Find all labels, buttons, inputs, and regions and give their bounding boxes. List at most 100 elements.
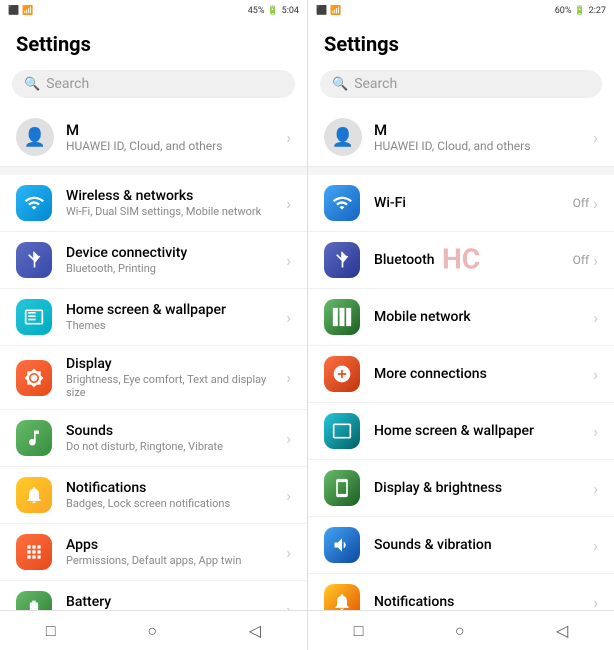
right-nav-home[interactable]: □ (334, 615, 384, 647)
right-item-chevron-wifi: › (593, 194, 598, 213)
left-divider-1 (0, 167, 307, 175)
signal-icon: ⬛ (8, 6, 19, 16)
right-status-left: ⬛ 📶 (316, 6, 341, 16)
left-search-placeholder: Search (46, 76, 89, 92)
left-item-chevron-sounds: › (286, 429, 291, 448)
left-nav-bar: □ ○ ◁ (0, 610, 307, 650)
right-signal-bars: 📶 (330, 6, 341, 16)
right-time: 2:27 (589, 6, 606, 16)
left-item-homescreen[interactable]: Home screen & wallpaper Themes › (0, 289, 307, 346)
left-item-sub-wireless: Wi-Fi, Dual SIM settings, Mobile network (66, 205, 286, 218)
right-item-icon-wifi (324, 185, 360, 221)
right-item-notifications[interactable]: Notifications › (308, 574, 614, 610)
right-item-more[interactable]: More connections › (308, 346, 614, 403)
right-item-chevron-notifications: › (593, 593, 598, 611)
right-divider-1 (308, 167, 614, 175)
right-user-row[interactable]: 👤 M HUAWEI ID, Cloud, and others › (308, 108, 614, 167)
right-item-title-bluetooth: Bluetooth (374, 252, 573, 268)
left-item-device[interactable]: Device connectivity Bluetooth, Printing … (0, 232, 307, 289)
right-item-chevron-more: › (593, 365, 598, 384)
right-item-title-sounds: Sounds & vibration (374, 537, 593, 553)
right-item-chevron-sounds: › (593, 536, 598, 555)
left-nav-home[interactable]: □ (26, 615, 76, 647)
right-item-sounds[interactable]: Sounds & vibration › (308, 517, 614, 574)
left-item-chevron-battery: › (286, 600, 291, 611)
right-user-name: M (374, 121, 593, 139)
left-item-title-sounds: Sounds (66, 423, 286, 439)
left-item-text-battery: Battery Power saving mode, Battery usage (66, 594, 286, 610)
right-item-title-more: More connections (374, 366, 593, 382)
left-status-left: ⬛ 📶 (8, 6, 33, 16)
right-search-placeholder: Search (354, 76, 397, 92)
left-item-chevron-homescreen: › (286, 308, 291, 327)
left-time: 5:04 (282, 6, 299, 16)
left-item-icon-wireless (16, 185, 52, 221)
left-status-bar: ⬛ 📶 45% 🔋 5:04 (0, 0, 307, 22)
left-nav-back[interactable]: ○ (127, 615, 177, 647)
right-status-right: 60% 🔋 2:27 (555, 6, 606, 16)
right-item-icon-notifications (324, 584, 360, 610)
left-user-chevron: › (286, 128, 291, 147)
right-item-title-wifi: Wi-Fi (374, 195, 573, 211)
left-item-title-homescreen: Home screen & wallpaper (66, 302, 286, 318)
right-item-display[interactable]: Display & brightness › (308, 460, 614, 517)
right-item-text-homescreen: Home screen & wallpaper (374, 423, 593, 439)
left-search-icon: 🔍 (24, 77, 40, 92)
right-item-homescreen[interactable]: Home screen & wallpaper › (308, 403, 614, 460)
left-item-sub-sounds: Do not disturb, Ringtone, Vibrate (66, 440, 286, 453)
left-item-title-notifications: Notifications (66, 480, 286, 496)
right-item-text-wifi: Wi-Fi (374, 195, 573, 211)
left-item-title-battery: Battery (66, 594, 286, 610)
right-item-chevron-mobile: › (593, 308, 598, 327)
right-item-wifi[interactable]: Wi-Fi Off › (308, 175, 614, 232)
right-nav-back[interactable]: ○ (435, 615, 485, 647)
right-user-info: M HUAWEI ID, Cloud, and others (374, 121, 593, 153)
left-item-chevron-device: › (286, 251, 291, 270)
left-item-sub-notifications: Badges, Lock screen notifications (66, 497, 286, 510)
left-search-bar: 🔍 Search (0, 64, 307, 108)
left-user-row[interactable]: 👤 M HUAWEI ID, Cloud, and others › (0, 108, 307, 167)
left-user-name: M (66, 121, 286, 139)
right-item-icon-bluetooth (324, 242, 360, 278)
left-item-chevron-display: › (286, 368, 291, 387)
left-item-text-wireless: Wireless & networks Wi-Fi, Dual SIM sett… (66, 188, 286, 218)
left-battery-pct: 45% (248, 6, 265, 16)
right-item-bluetooth[interactable]: Bluetooth Off › (308, 232, 614, 289)
right-nav-recent[interactable]: ◁ (536, 615, 588, 646)
left-item-battery[interactable]: Battery Power saving mode, Battery usage… (0, 581, 307, 610)
right-search-icon: 🔍 (332, 77, 348, 92)
left-battery-icon: 🔋 (267, 6, 278, 16)
left-user-info: M HUAWEI ID, Cloud, and others (66, 121, 286, 153)
right-page-title: Settings (308, 22, 614, 64)
left-item-notifications[interactable]: Notifications Badges, Lock screen notifi… (0, 467, 307, 524)
right-settings-list: Wi-Fi Off › Bluetooth Off › Mobile netwo… (308, 175, 614, 610)
right-item-chevron-homescreen: › (593, 422, 598, 441)
right-avatar: 👤 (324, 118, 362, 156)
left-settings-list: Wireless & networks Wi-Fi, Dual SIM sett… (0, 175, 307, 610)
left-status-right: 45% 🔋 5:04 (248, 6, 299, 16)
left-item-title-device: Device connectivity (66, 245, 286, 261)
left-item-sounds[interactable]: Sounds Do not disturb, Ringtone, Vibrate… (0, 410, 307, 467)
left-item-apps[interactable]: Apps Permissions, Default apps, App twin… (0, 524, 307, 581)
right-item-text-sounds: Sounds & vibration (374, 537, 593, 553)
left-item-title-display: Display (66, 356, 286, 372)
right-item-text-display: Display & brightness (374, 480, 593, 496)
left-item-text-sounds: Sounds Do not disturb, Ringtone, Vibrate (66, 423, 286, 453)
right-battery-icon: 🔋 (574, 6, 585, 16)
right-item-chevron-bluetooth: › (593, 251, 598, 270)
left-item-title-apps: Apps (66, 537, 286, 553)
left-item-text-notifications: Notifications Badges, Lock screen notifi… (66, 480, 286, 510)
left-item-display[interactable]: Display Brightness, Eye comfort, Text an… (0, 346, 307, 410)
right-item-chevron-display: › (593, 479, 598, 498)
signal-bars: 📶 (22, 6, 33, 16)
left-search-input[interactable]: 🔍 Search (12, 70, 295, 98)
left-item-icon-notifications (16, 477, 52, 513)
right-item-title-mobile: Mobile network (374, 309, 593, 325)
left-nav-recent[interactable]: ◁ (229, 615, 281, 646)
right-user-sub: HUAWEI ID, Cloud, and others (374, 139, 593, 153)
left-item-wireless[interactable]: Wireless & networks Wi-Fi, Dual SIM sett… (0, 175, 307, 232)
left-item-chevron-wireless: › (286, 194, 291, 213)
right-search-input[interactable]: 🔍 Search (320, 70, 602, 98)
right-item-text-mobile: Mobile network (374, 309, 593, 325)
right-item-mobile[interactable]: Mobile network › (308, 289, 614, 346)
